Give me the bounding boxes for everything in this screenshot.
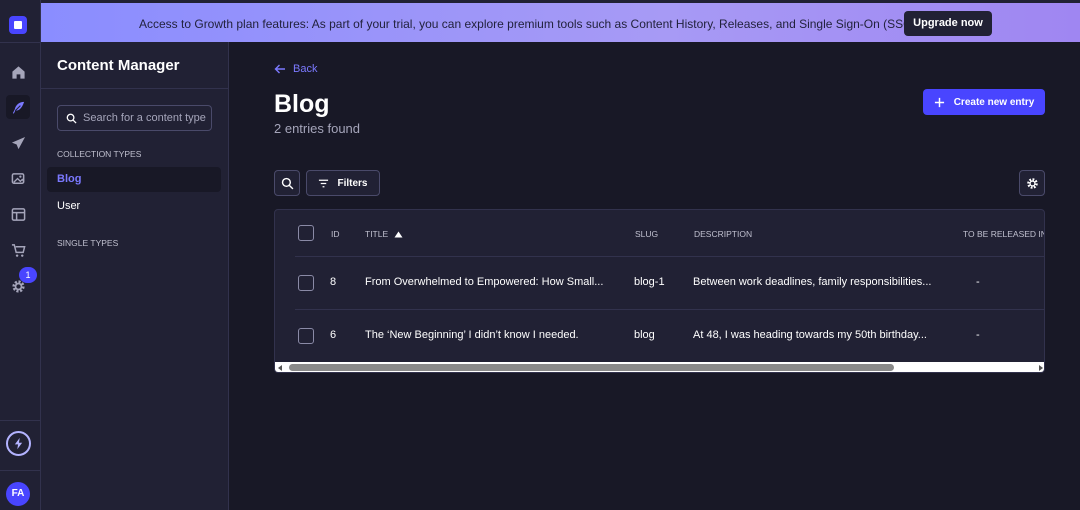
table-settings-button[interactable] <box>1019 170 1045 196</box>
table-header: ID TITLE SLUG DESCRIPTION TO BE RELEASED… <box>275 210 1044 256</box>
row-checkbox[interactable] <box>298 275 314 291</box>
sort-ascending-icon[interactable] <box>394 231 403 238</box>
back-link[interactable]: Back <box>274 63 317 75</box>
header-description[interactable]: DESCRIPTION <box>694 229 752 239</box>
scrollbar-thumb[interactable] <box>289 364 894 371</box>
gear-icon <box>1026 177 1038 189</box>
header-id[interactable]: ID <box>331 229 340 239</box>
collection-types-label: COLLECTION TYPES <box>57 149 142 159</box>
sidebar-item-user[interactable]: User <box>47 194 221 219</box>
row-checkbox[interactable] <box>298 328 314 344</box>
scroll-right-icon[interactable] <box>1039 365 1043 371</box>
images-icon[interactable] <box>6 166 30 190</box>
notification-badge: 1 <box>19 267 37 283</box>
cell-description: Between work deadlines, family responsib… <box>693 276 932 288</box>
cell-release: - <box>976 329 980 341</box>
filters-button[interactable]: Filters <box>306 170 380 196</box>
layout-icon[interactable] <box>6 202 30 226</box>
table-row[interactable]: 8 From Overwhelmed to Empowered: How Sma… <box>295 256 1044 309</box>
header-title-label: TITLE <box>365 229 389 239</box>
header-to-be-released-in[interactable]: TO BE RELEASED IN <box>963 229 1044 239</box>
strapi-logo[interactable] <box>9 16 27 34</box>
rail-divider <box>0 470 41 471</box>
table-row[interactable]: 6 The ‘New Beginning’ I didn’t know I ne… <box>295 309 1044 362</box>
create-new-entry-button[interactable]: Create new entry <box>923 89 1045 115</box>
upgrade-now-button[interactable]: Upgrade now <box>904 11 992 36</box>
create-button-label: Create new entry <box>953 96 1035 108</box>
cell-id: 8 <box>330 276 337 288</box>
rail-divider <box>0 420 41 421</box>
cart-icon[interactable] <box>6 238 30 262</box>
content-manager-panel: Content Manager COLLECTION TYPES Blog Us… <box>41 42 229 510</box>
header-title[interactable]: TITLE <box>365 229 403 239</box>
select-all-checkbox[interactable] <box>298 225 314 241</box>
sidebar-item-blog[interactable]: Blog <box>47 167 221 192</box>
filter-icon <box>319 179 329 187</box>
scroll-left-icon[interactable] <box>278 365 282 371</box>
cell-release: - <box>976 276 980 288</box>
header-slug[interactable]: SLUG <box>635 229 658 239</box>
main-nav-rail: 1 FA <box>0 0 41 510</box>
cell-slug: blog <box>634 329 655 341</box>
feather-icon[interactable] <box>6 95 30 119</box>
search-icon <box>281 177 293 189</box>
horizontal-scrollbar[interactable] <box>275 362 1044 372</box>
page-title: Blog <box>274 90 330 118</box>
cell-id: 6 <box>330 329 337 341</box>
filters-label: Filters <box>337 177 368 189</box>
entries-count: 2 entries found <box>274 121 361 136</box>
banner-text: Access to Growth plan features: As part … <box>139 17 920 31</box>
panel-title: Content Manager <box>57 57 180 74</box>
search-button[interactable] <box>274 170 300 196</box>
lightning-icon[interactable] <box>6 431 31 456</box>
home-icon[interactable] <box>6 60 30 84</box>
single-types-label: SINGLE TYPES <box>57 238 119 248</box>
cell-title: The ‘New Beginning’ I didn’t know I need… <box>365 329 579 341</box>
panel-divider <box>41 88 229 89</box>
send-icon[interactable] <box>6 131 30 155</box>
search-input[interactable] <box>83 112 211 124</box>
plus-icon <box>934 97 944 107</box>
entries-table: ID TITLE SLUG DESCRIPTION TO BE RELEASED… <box>274 209 1045 373</box>
rail-divider <box>0 42 41 43</box>
cell-slug: blog-1 <box>634 276 665 288</box>
arrow-left-icon <box>274 64 285 74</box>
cell-title: From Overwhelmed to Empowered: How Small… <box>365 276 604 288</box>
trial-banner: Access to Growth plan features: As part … <box>41 0 1080 42</box>
cell-description: At 48, I was heading towards my 50th bir… <box>693 329 927 341</box>
back-label: Back <box>293 63 318 75</box>
search-icon <box>66 113 77 124</box>
user-avatar[interactable]: FA <box>6 482 30 506</box>
content-type-search[interactable] <box>57 105 212 131</box>
